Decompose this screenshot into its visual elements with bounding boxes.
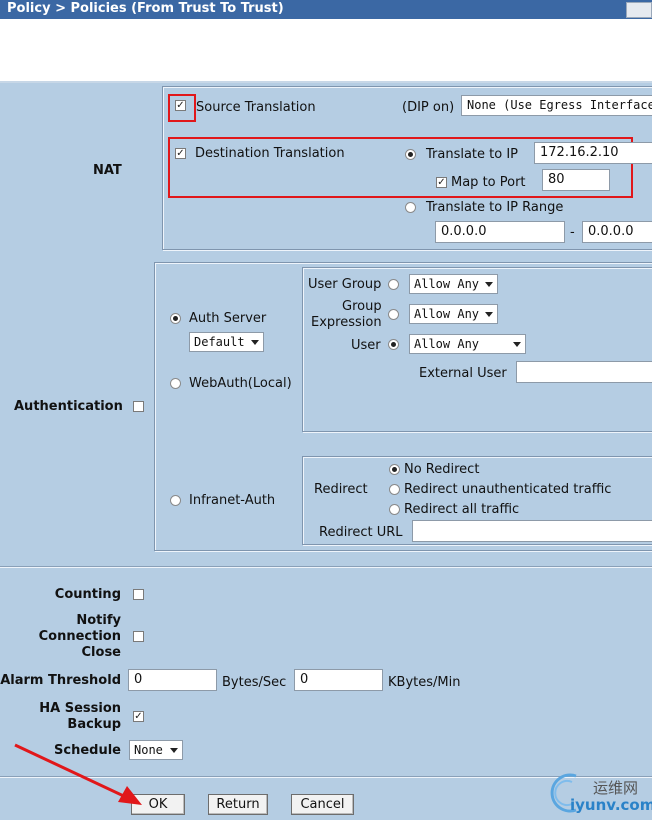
destination-translation-label: Destination Translation	[195, 146, 345, 161]
cancel-button[interactable]: Cancel	[291, 794, 354, 815]
alarm-bytes-input[interactable]: 0	[128, 669, 217, 691]
translate-to-ip-label: Translate to IP	[426, 147, 519, 162]
check-icon: ✓	[134, 711, 143, 722]
chevron-down-icon	[513, 342, 521, 347]
infranet-auth-radio[interactable]	[170, 495, 181, 506]
user-select-value: Allow Any	[414, 337, 480, 351]
redirect-url-input[interactable]	[412, 520, 652, 542]
ha-session-backup-checkbox[interactable]: ✓	[133, 711, 144, 722]
window-title-bar: Policy > Policies (From Trust To Trust)	[0, 0, 652, 19]
redirect-option-radio[interactable]	[389, 484, 400, 495]
check-icon: ✓	[437, 177, 446, 188]
user-radio[interactable]	[388, 339, 399, 350]
ip-range-dash: -	[570, 225, 575, 240]
translate-to-ip-range-radio[interactable]	[405, 202, 416, 213]
user-group-label: User Group	[308, 277, 382, 292]
user-group-radio[interactable]	[388, 279, 399, 290]
group-expression-label-1: Group	[342, 299, 382, 314]
alarm-bytes-unit: Bytes/Sec	[222, 675, 287, 690]
map-to-port-input[interactable]: 80	[542, 169, 610, 191]
dip-select[interactable]: None (Use Egress Interface	[461, 95, 652, 116]
map-to-port-label: Map to Port	[451, 175, 526, 190]
redirect-option-radio[interactable]	[389, 464, 400, 475]
translate-to-ip-radio[interactable]	[405, 149, 416, 160]
group-expression-select[interactable]: Allow Any	[409, 304, 498, 324]
external-user-label: External User	[419, 366, 507, 381]
title-bar-control[interactable]	[626, 2, 652, 18]
window-title: Policy > Policies (From Trust To Trust)	[7, 1, 284, 16]
alarm-kbytes-unit: KBytes/Min	[388, 675, 461, 690]
notify-label-2: Connection	[38, 629, 121, 644]
section-divider	[0, 566, 652, 568]
user-group-select-value: Allow Any	[414, 277, 480, 291]
dip-on-label: (DIP on)	[402, 100, 455, 115]
auth-server-radio[interactable]	[170, 313, 181, 324]
user-select[interactable]: Allow Any	[409, 334, 526, 354]
auth-server-select[interactable]: Default	[189, 332, 264, 352]
alarm-kbytes-input[interactable]: 0	[294, 669, 383, 691]
notify-label-1: Notify	[76, 613, 121, 628]
webauth-label: WebAuth(Local)	[189, 376, 292, 391]
redirect-option-radio[interactable]	[389, 504, 400, 515]
ip-range-to-input[interactable]: 0.0.0.0	[582, 221, 652, 243]
translate-to-ip-input[interactable]: 172.16.2.10	[534, 142, 652, 164]
map-to-port-checkbox[interactable]: ✓	[436, 177, 447, 188]
user-label: User	[351, 338, 381, 353]
chevron-down-icon	[485, 312, 493, 317]
highlight-box-source	[168, 94, 196, 122]
ha-session-label-1: HA Session	[39, 701, 121, 716]
annotation-arrow-icon	[14, 743, 142, 805]
authentication-checkbox[interactable]	[133, 401, 144, 412]
counting-label: Counting	[54, 587, 121, 602]
authentication-label: Authentication	[14, 399, 123, 414]
counting-checkbox[interactable]	[133, 589, 144, 600]
source-translation-label: Source Translation	[196, 100, 316, 115]
ip-range-from-input[interactable]: 0.0.0.0	[435, 221, 565, 243]
watermark-brand: 运维网	[593, 779, 639, 797]
redirect-label: Redirect	[314, 482, 368, 497]
chevron-down-icon	[251, 340, 259, 345]
group-expression-label-2: Expression	[311, 315, 382, 330]
chevron-down-icon	[485, 282, 493, 287]
redirect-url-label: Redirect URL	[319, 525, 403, 540]
redirect-option-label: Redirect unauthenticated traffic	[404, 482, 612, 497]
header-blank-area	[0, 19, 652, 83]
alarm-threshold-label: Alarm Threshold	[0, 673, 121, 688]
auth-server-select-value: Default	[194, 335, 245, 349]
group-expression-select-value: Allow Any	[414, 307, 480, 321]
group-expression-radio[interactable]	[388, 309, 399, 320]
chevron-down-icon	[170, 748, 178, 753]
redirect-option-label: No Redirect	[404, 462, 480, 477]
auth-server-label: Auth Server	[189, 311, 267, 326]
redirect-option-label: Redirect all traffic	[404, 502, 520, 517]
notify-connection-close-checkbox[interactable]	[133, 631, 144, 642]
return-button[interactable]: Return	[208, 794, 268, 815]
translate-to-ip-range-label: Translate to IP Range	[426, 200, 564, 215]
infranet-auth-label: Infranet-Auth	[189, 493, 276, 508]
webauth-radio[interactable]	[170, 378, 181, 389]
external-user-input[interactable]	[516, 361, 652, 383]
notify-label-3: Close	[81, 645, 121, 660]
user-group-select[interactable]: Allow Any	[409, 274, 498, 294]
watermark-domain: iyunv.com	[570, 796, 652, 814]
destination-translation-checkbox[interactable]: ✓	[175, 148, 186, 159]
check-icon: ✓	[176, 148, 185, 159]
nat-section-label: NAT	[93, 163, 122, 178]
